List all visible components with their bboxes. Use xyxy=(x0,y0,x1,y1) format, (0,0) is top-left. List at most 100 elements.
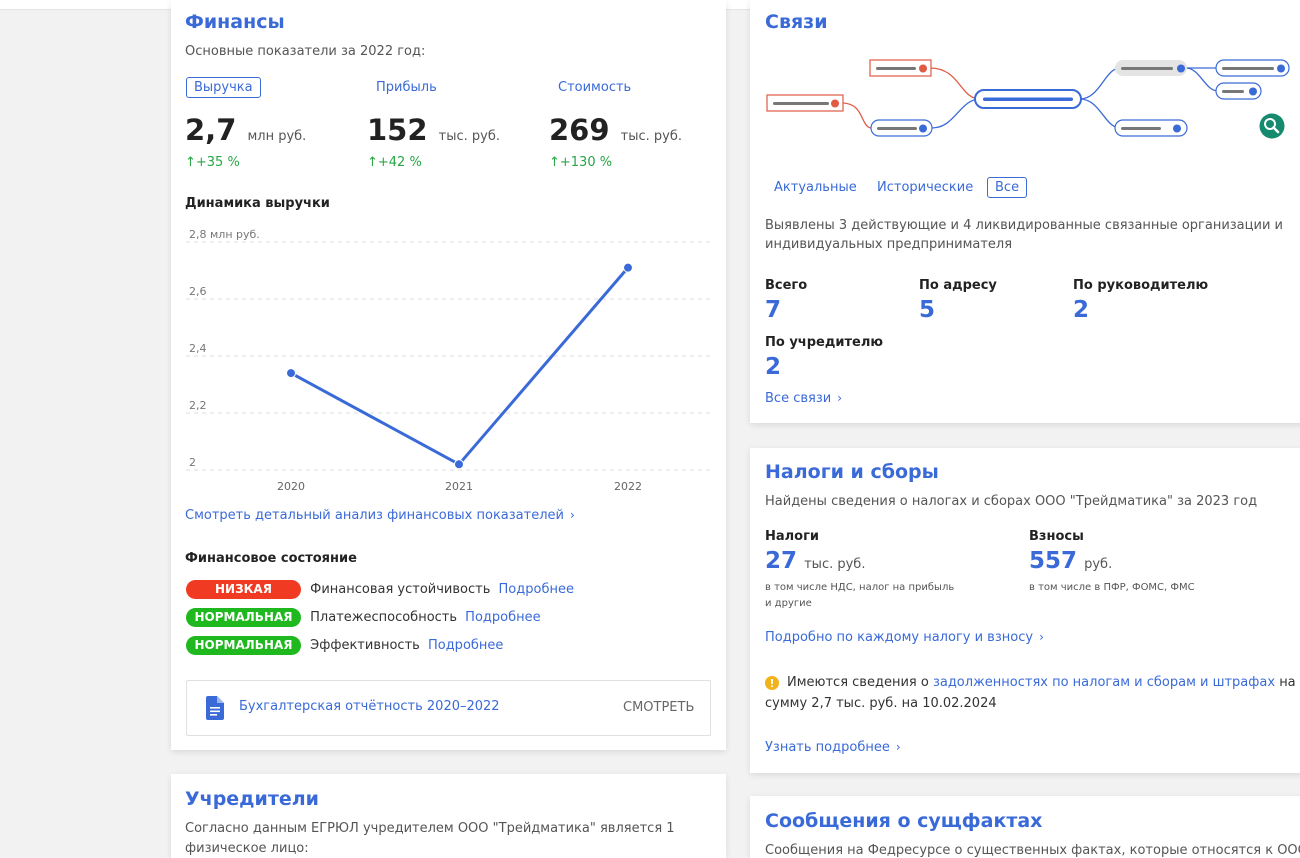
metric-value: 269 тыс. руб. xyxy=(549,113,682,147)
graph-edge xyxy=(841,102,873,129)
contrib-unit: руб. xyxy=(1084,557,1113,572)
metric-profit-unit: тыс. руб. xyxy=(438,129,500,144)
chevron-right-icon: › xyxy=(895,740,901,754)
links-description-line1: Выявлены 3 действующие и 4 ликвидированн… xyxy=(765,218,1283,233)
metric-revenue-value: 2,7 xyxy=(185,113,237,147)
contrib-label: Взносы xyxy=(1029,529,1084,544)
status-badge: НИЗКАЯ xyxy=(186,580,301,599)
zoom-search-icon[interactable] xyxy=(1259,113,1285,139)
fin-state-label: Платежеспособность xyxy=(310,610,458,625)
founders-card: Учредители Согласно данным ЕГРЮЛ учредит… xyxy=(171,774,726,858)
chart-title: Динамика выручки xyxy=(185,196,330,211)
y-tick-label: 2 xyxy=(189,456,196,469)
graph-edge xyxy=(931,98,981,129)
fin-state-label: Финансовая устойчивость xyxy=(310,582,491,597)
metric-value-growth: ↑+130 % xyxy=(549,155,613,170)
y-tick-label: 2,6 xyxy=(189,285,207,298)
finance-card: Финансы Основные показатели за 2022 год:… xyxy=(171,0,726,750)
fin-state-more-link[interactable]: Подробнее xyxy=(428,638,503,653)
data-point[interactable] xyxy=(623,262,633,273)
taxes-note-line1: в том числе НДС, налог на прибыль xyxy=(765,582,955,593)
finance-detail-link[interactable]: Смотреть детальный анализ финансовых пок… xyxy=(185,508,575,523)
stat-director-value[interactable]: 2 xyxy=(1073,297,1089,323)
debt-warning-amount: 2,7 тыс. руб. xyxy=(811,696,898,711)
document-icon xyxy=(206,696,224,720)
facts-card: Сообщения о сущфактах Сообщения на Федре… xyxy=(750,796,1300,858)
taxes-detail-label: Подробно по каждому налогу и взносу xyxy=(765,630,1034,645)
debt-warning-link[interactable]: задолженностях по налогам и сборам и штр… xyxy=(933,675,1275,690)
taxes-note-line2: и другие xyxy=(765,598,812,609)
tab-historical[interactable]: Исторические xyxy=(877,180,973,195)
data-point[interactable] xyxy=(286,368,296,379)
metric-profit-growth: ↑+42 % xyxy=(367,155,422,170)
taxes-card: Налоги и сборы Найдены сведения о налога… xyxy=(750,448,1300,773)
all-links-link[interactable]: Все связи › xyxy=(765,391,842,406)
data-point[interactable] xyxy=(454,459,464,470)
y-tick-label: 2,4 xyxy=(189,342,207,355)
links-card: Связи Актуальные Исторические Все Выявле… xyxy=(750,0,1300,423)
stat-total-label: Всего xyxy=(765,278,808,293)
tab-profit[interactable]: Прибыль xyxy=(376,80,437,95)
warning-icon xyxy=(765,676,779,690)
tab-revenue[interactable]: Выручка xyxy=(186,77,261,98)
fin-state-row: НОРМАЛЬНАЯ Эффективность Подробнее xyxy=(186,636,503,655)
metric-value-unit: тыс. руб. xyxy=(620,129,682,144)
y-tick-label: 2,8 млн руб. xyxy=(189,228,260,241)
taxes-subtitle: Найдены сведения о налогах и сборах ООО … xyxy=(765,494,1258,509)
debt-warning-line2: сумму 2,7 тыс. руб. на 10.02.2024 xyxy=(765,696,997,711)
stat-total-value[interactable]: 7 xyxy=(765,297,781,323)
accounting-report-label[interactable]: Бухгалтерская отчётность 2020–2022 xyxy=(239,699,500,714)
metric-revenue-unit: млн руб. xyxy=(247,129,307,144)
tab-all[interactable]: Все xyxy=(987,177,1028,198)
metric-revenue-growth: ↑+35 % xyxy=(185,155,240,170)
contrib-note: в том числе в ПФР, ФОМС, ФМС xyxy=(1029,582,1195,593)
x-tick-label: 2021 xyxy=(445,480,473,493)
x-tick-label: 2020 xyxy=(277,480,305,493)
stat-founder-value[interactable]: 2 xyxy=(765,354,781,380)
accounting-report-box[interactable]: Бухгалтерская отчётность 2020–2022 СМОТР… xyxy=(186,680,711,736)
graph-edge xyxy=(1079,67,1121,100)
fin-state-row: НОРМАЛЬНАЯ Платежеспособность Подробнее xyxy=(186,608,541,627)
series-line xyxy=(290,266,630,466)
taxes-amount: 27 тыс. руб. xyxy=(765,548,865,574)
status-badge: НОРМАЛЬНАЯ xyxy=(186,608,301,627)
taxes-unit: тыс. руб. xyxy=(804,557,866,572)
chevron-right-icon: › xyxy=(837,391,842,405)
fin-state-title: Финансовое состояние xyxy=(185,551,357,566)
y-tick-label: 2,2 xyxy=(189,399,207,412)
founders-text-line2: физическое лицо: xyxy=(185,841,309,856)
founders-title: Учредители xyxy=(185,788,319,810)
x-tick-label: 2022 xyxy=(614,480,642,493)
stat-director-label: По руководителю xyxy=(1073,278,1209,293)
learn-more-link[interactable]: Узнать подробнее › xyxy=(765,740,901,755)
taxes-detail-link[interactable]: Подробно по каждому налогу и взносу › xyxy=(765,630,1044,645)
taxes-label: Налоги xyxy=(765,529,820,544)
stat-address-value[interactable]: 5 xyxy=(919,297,935,323)
fin-state-row: НИЗКАЯ Финансовая устойчивость Подробнее xyxy=(186,580,574,599)
taxes-value[interactable]: 27 xyxy=(765,548,797,574)
founders-text-line1: Согласно данным ЕГРЮЛ учредителем ООО "Т… xyxy=(185,821,675,836)
tab-value[interactable]: Стоимость xyxy=(558,80,631,95)
finance-subtitle: Основные показатели за 2022 год: xyxy=(185,44,426,59)
accounting-report-view-button[interactable]: СМОТРЕТЬ xyxy=(623,700,694,715)
links-title: Связи xyxy=(765,11,828,33)
fin-state-label: Эффективность xyxy=(310,638,420,653)
contrib-value[interactable]: 557 xyxy=(1029,548,1077,574)
graph-edge xyxy=(929,67,981,100)
links-graph xyxy=(766,59,1290,137)
facts-text: Сообщения на Федресурсе о существенных ф… xyxy=(765,843,1300,858)
debt-warning-pre: Имеются сведения о xyxy=(787,675,929,690)
fin-state-more-link[interactable]: Подробнее xyxy=(499,582,574,597)
chevron-right-icon: › xyxy=(1039,630,1044,644)
contrib-amount: 557 руб. xyxy=(1029,548,1112,574)
stat-address-label: По адресу xyxy=(919,278,997,293)
finance-title: Финансы xyxy=(185,11,285,33)
graph-edge xyxy=(1079,98,1121,129)
debt-warning-sum-pre: сумму xyxy=(765,696,808,711)
tab-actual[interactable]: Актуальные xyxy=(774,180,857,195)
learn-more-label: Узнать подробнее xyxy=(765,740,890,755)
metric-value-value: 269 xyxy=(549,113,610,147)
all-links-label: Все связи xyxy=(765,391,832,406)
fin-state-more-link[interactable]: Подробнее xyxy=(465,610,540,625)
finance-detail-link-label: Смотреть детальный анализ финансовых пок… xyxy=(185,508,564,523)
